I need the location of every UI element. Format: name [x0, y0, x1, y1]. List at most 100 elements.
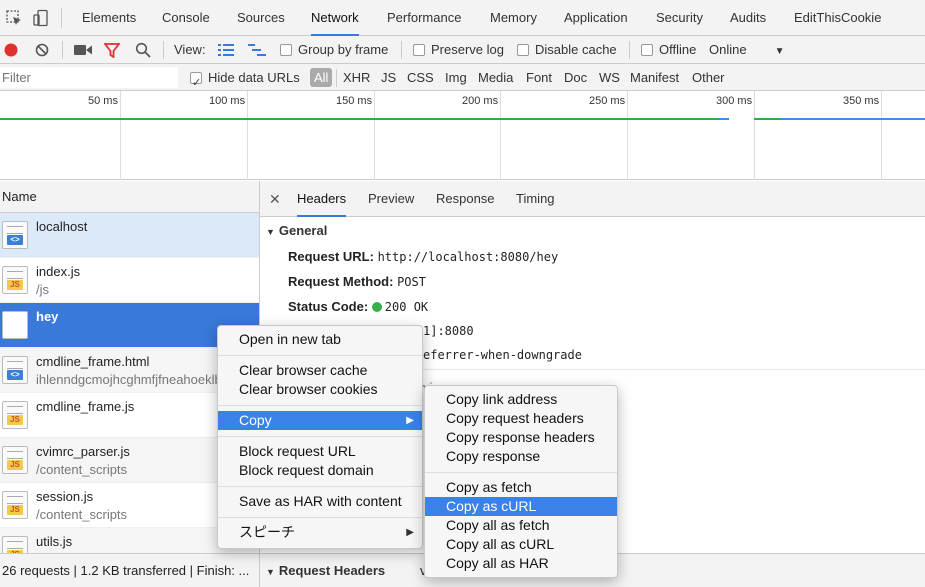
hide-data-urls-checkbox[interactable]: Hide data URLs: [190, 64, 300, 97]
checkbox-box[interactable]: [517, 44, 529, 56]
timeline-gridline: [754, 91, 755, 180]
request-context-menu: Open in new tab Clear browser cache Clea…: [217, 325, 423, 549]
hide-data-urls-label: Hide data URLs: [208, 70, 300, 85]
menu-item-copy-response-headers[interactable]: Copy response headers: [425, 428, 617, 447]
filter-funnel-icon[interactable]: [104, 43, 120, 58]
throttling-select[interactable]: Online ▼: [709, 36, 784, 64]
screenshot-camera-icon[interactable]: [74, 44, 92, 56]
request-method-value: POST: [397, 275, 426, 289]
request-name: localhost: [36, 219, 88, 234]
html-file-icon: <>: [2, 221, 28, 249]
menu-item-open-in-new-tab[interactable]: Open in new tab: [218, 330, 422, 349]
request-row[interactable]: <> localhost: [0, 213, 259, 258]
timeline-gridline: [247, 91, 248, 180]
checkbox-box[interactable]: [413, 44, 425, 56]
menu-item-copy-as-fetch[interactable]: Copy as fetch: [425, 478, 617, 497]
js-file-icon: JS: [2, 446, 28, 474]
request-row[interactable]: JS index.js /js: [0, 258, 259, 303]
tab-performance[interactable]: Performance: [387, 0, 461, 36]
record-icon[interactable]: [4, 43, 18, 57]
filter-type-font[interactable]: Font: [526, 64, 552, 91]
menu-item-clear-browser-cache[interactable]: Clear browser cache: [218, 361, 422, 380]
tab-security[interactable]: Security: [656, 0, 703, 36]
tab-timing[interactable]: Timing: [516, 181, 555, 217]
large-rows-icon[interactable]: [218, 44, 234, 56]
tab-response[interactable]: Response: [436, 181, 495, 217]
timeline-tick-label: 50 ms: [88, 95, 118, 107]
menu-item-copy-all-as-curl[interactable]: Copy all as cURL: [425, 535, 617, 554]
disable-cache-checkbox[interactable]: Disable cache: [517, 36, 617, 64]
timeline-tick-label: 350 ms: [843, 95, 880, 107]
devtools-tab-bar: Elements Console Sources Network Perform…: [0, 0, 925, 36]
clear-icon[interactable]: [35, 43, 49, 57]
menu-item-block-request-domain[interactable]: Block request domain: [218, 461, 422, 480]
menu-item-copy-all-as-har[interactable]: Copy all as HAR: [425, 554, 617, 573]
tab-network[interactable]: Network: [311, 0, 359, 36]
menu-item-block-request-url[interactable]: Block request URL: [218, 442, 422, 461]
tab-memory[interactable]: Memory: [490, 0, 537, 36]
request-method-row: Request Method: POST: [288, 274, 426, 289]
tab-elements[interactable]: Elements: [82, 0, 136, 36]
filter-type-media[interactable]: Media: [478, 64, 513, 91]
general-section-toggle[interactable]: ▼ General: [266, 223, 327, 238]
column-header-name[interactable]: Name: [0, 181, 259, 213]
menu-item-copy-label: Copy: [239, 412, 272, 428]
filter-type-doc[interactable]: Doc: [564, 64, 587, 91]
referrer-policy-value: eferrer-when-downgrade: [423, 348, 582, 362]
remote-address-value: 1]:8080: [423, 324, 474, 338]
tab-sources[interactable]: Sources: [237, 0, 285, 36]
tab-preview[interactable]: Preview: [368, 181, 414, 217]
menu-item-copy[interactable]: Copy ▶: [218, 411, 422, 430]
tab-editthiscookie[interactable]: EditThisCookie: [794, 0, 881, 36]
status-code-row: Status Code: 200 OK: [288, 299, 428, 314]
filter-type-xhr[interactable]: XHR: [343, 64, 370, 91]
menu-item-copy-request-headers[interactable]: Copy request headers: [425, 409, 617, 428]
preserve-log-checkbox[interactable]: Preserve log: [413, 36, 504, 64]
toolbar-divider: [401, 41, 402, 59]
menu-item-copy-response[interactable]: Copy response: [425, 447, 617, 466]
request-name: cmdline_frame.js: [36, 399, 135, 414]
timeline-overview[interactable]: 50 ms 100 ms 150 ms 200 ms 250 ms 300 ms…: [0, 91, 925, 180]
filter-type-other[interactable]: Other: [692, 64, 725, 91]
close-icon[interactable]: ✕: [269, 181, 281, 217]
request-path: /content_scripts: [36, 507, 128, 522]
waterfall-overview-icon[interactable]: [248, 44, 266, 56]
menu-item-copy-as-curl[interactable]: Copy as cURL: [425, 497, 617, 516]
checkbox-box[interactable]: [641, 44, 653, 56]
menu-item-speech[interactable]: スピーチ ▶: [218, 523, 422, 542]
timeline-gridline: [500, 91, 501, 180]
filter-type-css[interactable]: CSS: [407, 64, 434, 91]
menu-item-copy-link-address[interactable]: Copy link address: [425, 390, 617, 409]
tab-audits[interactable]: Audits: [730, 0, 766, 36]
timeline-gridline: [120, 91, 121, 180]
device-toolbar-icon[interactable]: [32, 9, 50, 27]
filter-type-img[interactable]: Img: [445, 64, 467, 91]
tab-headers[interactable]: Headers: [297, 181, 347, 217]
filter-type-js[interactable]: JS: [381, 64, 396, 91]
request-headers-toggle[interactable]: ▼ Request Headers: [266, 563, 385, 578]
tab-application[interactable]: Application: [564, 0, 628, 36]
offline-label: Offline: [659, 42, 697, 57]
search-icon[interactable]: [135, 42, 151, 58]
menu-item-copy-all-as-fetch[interactable]: Copy all as fetch: [425, 516, 617, 535]
menu-separator: [218, 517, 422, 518]
group-by-frame-checkbox[interactable]: Group by frame: [280, 36, 388, 64]
network-toolbar: View: Group by frame Preserve log Disabl…: [0, 36, 925, 64]
filter-type-ws[interactable]: WS: [599, 64, 620, 91]
tab-console[interactable]: Console: [162, 0, 210, 36]
request-path: ihlenndgcmojhcghmfjfneahoeklbjjh: [36, 372, 235, 387]
checkbox-box[interactable]: [190, 70, 202, 97]
filter-input[interactable]: [0, 67, 178, 88]
filter-type-all[interactable]: All: [310, 68, 333, 87]
inspect-element-icon[interactable]: [5, 9, 23, 27]
request-name: utils.js: [36, 534, 73, 549]
filter-type-manifest[interactable]: Manifest: [630, 64, 679, 91]
checkbox-box[interactable]: [280, 44, 292, 56]
offline-checkbox[interactable]: Offline: [641, 36, 696, 64]
toolbar-divider: [62, 41, 63, 59]
request-name: cvimrc_parser.js: [36, 444, 130, 459]
menu-separator: [218, 486, 422, 487]
menu-item-clear-browser-cookies[interactable]: Clear browser cookies: [218, 380, 422, 399]
request-name: index.js: [36, 264, 81, 279]
menu-item-save-as-har[interactable]: Save as HAR with content: [218, 492, 422, 511]
